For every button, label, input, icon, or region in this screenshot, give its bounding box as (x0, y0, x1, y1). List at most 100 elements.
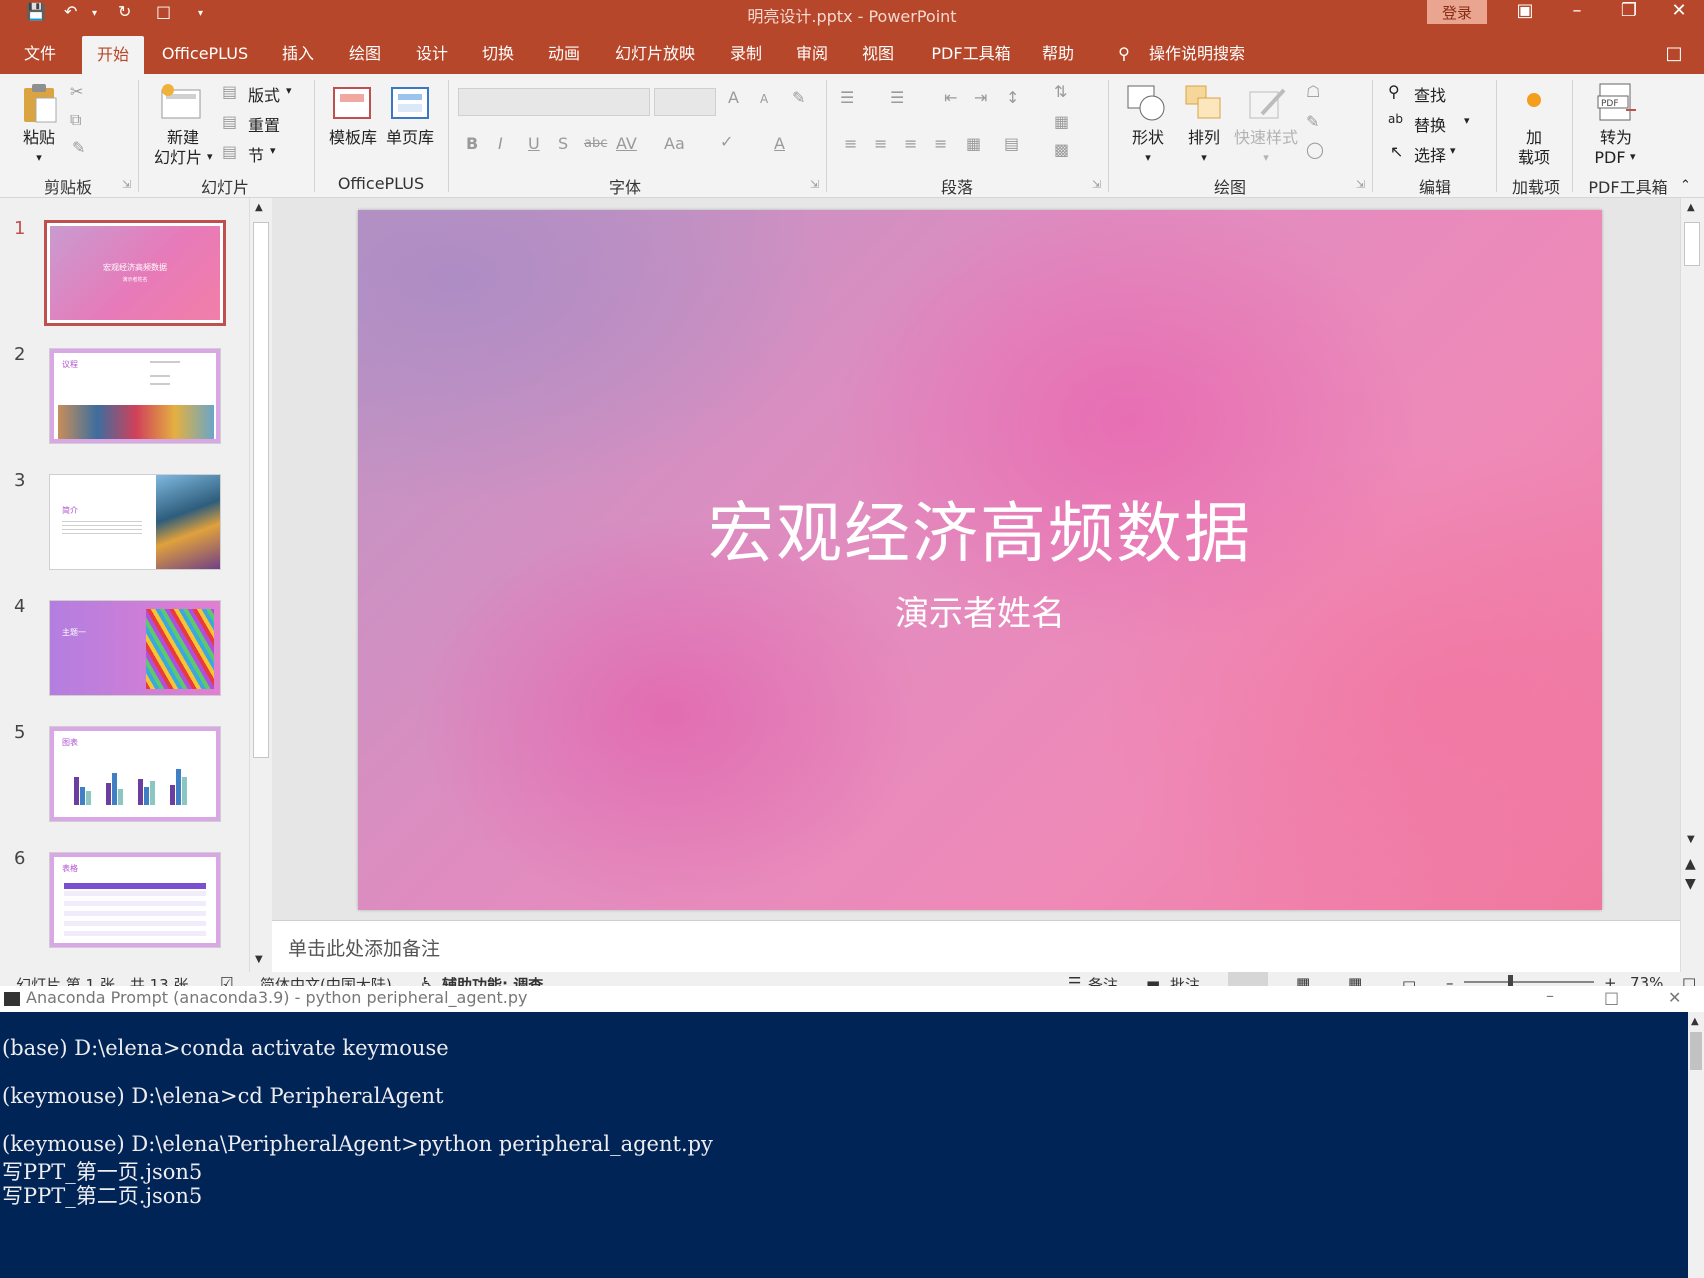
bold-button[interactable]: B (466, 134, 478, 153)
slide-thumbnail-3[interactable]: 简介 (49, 474, 221, 570)
text-shadow-button[interactable]: S (558, 134, 568, 153)
convert-to-pdf-dropdown-icon[interactable]: ▾ (1630, 150, 1636, 163)
align-right-icon[interactable]: ≡ (904, 134, 917, 153)
template-library-icon[interactable] (332, 86, 372, 120)
comments-icon[interactable]: □ (1656, 26, 1692, 74)
quick-styles-button[interactable]: 快速样式 (1230, 128, 1302, 148)
scroll-up-icon[interactable]: ▲ (1691, 1016, 1699, 1027)
text-direction-icon[interactable]: ⇅ (1054, 82, 1067, 101)
arrange-dropdown-icon[interactable]: ▾ (1194, 148, 1214, 168)
new-slide-dropdown-icon[interactable]: ▾ (207, 150, 213, 163)
collapse-ribbon-icon[interactable]: ⌃ (1680, 178, 1691, 193)
slide-subtitle[interactable]: 演示者姓名 (358, 586, 1602, 635)
drawing-launcher-icon[interactable]: ⇲ (1356, 178, 1365, 191)
convert-to-pdf-icon[interactable]: PDF (1596, 82, 1638, 124)
editor-scroll-thumb[interactable] (1684, 222, 1700, 266)
shapes-dropdown-icon[interactable]: ▾ (1138, 148, 1158, 168)
align-center-icon[interactable]: ≡ (874, 134, 887, 153)
distribute-icon[interactable]: ▤ (1004, 134, 1019, 153)
editor-scrollbar[interactable]: ▲ ▼ ▲ ▼ (1680, 198, 1704, 972)
scroll-up-icon[interactable]: ▲ (255, 202, 263, 213)
select-dropdown-icon[interactable]: ▾ (1450, 144, 1456, 157)
new-slide-button[interactable]: 幻灯片 (148, 148, 208, 168)
cut-icon[interactable]: ✂ (70, 82, 83, 101)
font-color-button[interactable]: A (774, 134, 785, 153)
tab-design[interactable]: 设计 (406, 26, 458, 74)
font-name-combo[interactable] (458, 88, 650, 116)
scroll-up-icon[interactable]: ▲ (1687, 202, 1695, 213)
addins-icon[interactable] (1524, 90, 1544, 110)
font-launcher-icon[interactable]: ⇲ (810, 178, 819, 191)
minimize-icon[interactable]: – (1562, 0, 1592, 21)
layout-icon[interactable]: ▤ (222, 82, 237, 101)
slide-thumbnail-6[interactable]: 表格 (49, 852, 221, 948)
console-close-icon[interactable]: ✕ (1668, 988, 1681, 1007)
select-button[interactable]: 选择 (1414, 142, 1446, 166)
tab-draw[interactable]: 绘图 (340, 26, 390, 74)
tab-insert[interactable]: 插入 (272, 26, 324, 74)
section-button[interactable]: 节 (248, 142, 264, 166)
layout-button[interactable]: 版式 (248, 82, 280, 106)
find-button[interactable]: 查找 (1414, 82, 1446, 106)
next-slide-icon[interactable]: ▼ (1685, 876, 1696, 892)
console-scroll-thumb[interactable] (1690, 1032, 1702, 1070)
replace-icon[interactable]: ab (1388, 112, 1403, 126)
tab-home[interactable]: 开始 (82, 36, 144, 74)
paste-button[interactable]: 粘贴 (18, 128, 60, 148)
new-slide-label[interactable]: 新建 (152, 128, 214, 148)
line-spacing-icon[interactable]: ↕ (1006, 88, 1019, 107)
console-output[interactable]: (base) D:\elena>conda activate keymouse … (0, 1012, 1704, 1278)
tab-transitions[interactable]: 切换 (472, 26, 524, 74)
copy-icon[interactable]: ⧉ (70, 110, 81, 130)
single-page-library-button[interactable]: 单页库 (382, 128, 438, 148)
tab-officeplus[interactable]: OfficePLUS (156, 26, 254, 74)
increase-font-icon[interactable]: A (728, 88, 739, 107)
slide-thumbnail-5[interactable]: 图表 (49, 726, 221, 822)
character-spacing-button[interactable]: AV (616, 134, 637, 153)
shape-effects-icon[interactable]: ◯ (1306, 140, 1324, 159)
arrange-button[interactable]: 排列 (1182, 128, 1226, 148)
paragraph-launcher-icon[interactable]: ⇲ (1092, 178, 1101, 191)
tab-help[interactable]: 帮助 (1032, 26, 1084, 74)
thumbnail-scrollbar[interactable]: ▲ ▼ (249, 198, 272, 972)
tab-animations[interactable]: 动画 (538, 26, 590, 74)
quick-styles-dropdown-icon[interactable]: ▾ (1256, 148, 1276, 168)
highlight-icon[interactable]: ✓ (720, 132, 733, 151)
change-case-button[interactable]: Aa (664, 134, 685, 153)
shape-fill-icon[interactable]: ☖ (1306, 82, 1320, 101)
convert-to-pdf-button[interactable]: PDF (1588, 148, 1632, 168)
paste-dropdown-icon[interactable]: ▾ (26, 148, 52, 168)
slide-title[interactable]: 宏观经济高频数据 (358, 480, 1602, 576)
font-size-combo[interactable] (654, 88, 716, 116)
clipboard-launcher-icon[interactable]: ⇲ (122, 178, 131, 191)
notes-placeholder[interactable]: 单击此处添加备注 (288, 934, 440, 961)
current-slide-canvas[interactable]: 宏观经济高频数据 演示者姓名 (358, 210, 1602, 910)
paste-icon[interactable] (20, 82, 60, 124)
scroll-down-icon[interactable]: ▼ (255, 954, 263, 965)
reset-button[interactable]: 重置 (248, 112, 280, 136)
italic-button[interactable]: I (498, 134, 503, 153)
slide-thumbnail-2[interactable]: 议程 (49, 348, 221, 444)
template-library-button[interactable]: 模板库 (326, 128, 380, 148)
replace-dropdown-icon[interactable]: ▾ (1464, 114, 1470, 127)
tab-file[interactable]: 文件 (14, 26, 66, 74)
slide-thumbnail-1[interactable]: 宏观经济高频数据 演示者姓名 (44, 220, 226, 326)
scroll-down-icon[interactable]: ▼ (1687, 834, 1695, 845)
addins-button[interactable]: 载项 (1510, 148, 1558, 168)
tab-view[interactable]: 视图 (852, 26, 904, 74)
ribbon-display-icon[interactable]: ▣ (1510, 0, 1540, 21)
section-dropdown-icon[interactable]: ▾ (270, 144, 276, 157)
shapes-icon[interactable] (1126, 82, 1168, 124)
bullets-icon[interactable]: ☰ (840, 88, 854, 107)
quick-styles-icon[interactable] (1248, 84, 1288, 122)
zoom-slider[interactable] (1464, 981, 1594, 983)
shape-outline-icon[interactable]: ✎ (1306, 112, 1319, 131)
decrease-font-icon[interactable]: A (760, 92, 768, 106)
tab-review[interactable]: 审阅 (786, 26, 838, 74)
restore-icon[interactable]: ❐ (1614, 0, 1644, 21)
tab-record[interactable]: 录制 (720, 26, 772, 74)
console-minimize-icon[interactable]: – (1546, 986, 1554, 1005)
console-maximize-icon[interactable]: □ (1604, 988, 1619, 1007)
clear-formatting-icon[interactable]: ✎ (792, 88, 805, 107)
shapes-button[interactable]: 形状 (1126, 128, 1170, 148)
